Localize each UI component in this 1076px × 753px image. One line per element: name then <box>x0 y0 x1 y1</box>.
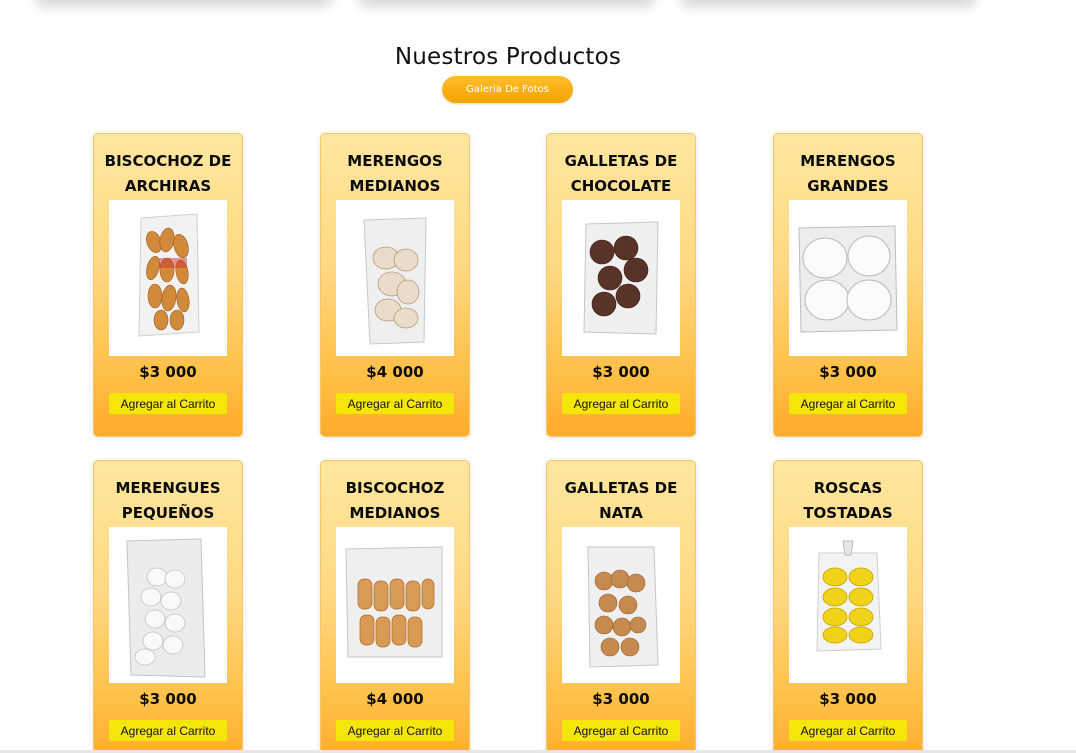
product-name: GALLETAS DE CHOCOLATE <box>564 152 678 195</box>
product-price: $3 000 <box>819 690 877 708</box>
product-card: ROSCAS TOSTADAS $3 000 Agregar al Carrit… <box>773 460 923 753</box>
product-name: BISCOCHOZ MEDIANOS <box>345 479 445 522</box>
product-name: ROSCAS TOSTADAS <box>803 479 893 522</box>
product-image <box>109 527 227 683</box>
product-price: $3 000 <box>819 363 877 381</box>
add-to-cart-button[interactable]: Agregar al Carrito <box>109 393 227 414</box>
product-image <box>562 527 680 683</box>
product-price: $4 000 <box>366 690 424 708</box>
add-to-cart-button[interactable]: Agregar al Carrito <box>562 393 680 414</box>
add-to-cart-button[interactable]: Agregar al Carrito <box>562 720 680 741</box>
product-card: BISCOCHOZ MEDIANOS $4 000 Agregar al Car… <box>320 460 470 753</box>
product-image <box>789 527 907 683</box>
product-price: $3 000 <box>139 690 197 708</box>
product-price: $3 000 <box>592 690 650 708</box>
product-price: $3 000 <box>139 363 197 381</box>
product-price: $3 000 <box>592 363 650 381</box>
product-name: MERENGOS GRANDES <box>800 152 896 195</box>
section-title: Nuestros Productos <box>394 44 622 70</box>
product-card: MERENGUES PEQUEÑOS $3 000 Agregar al Car… <box>93 460 243 753</box>
add-to-cart-button[interactable]: Agregar al Carrito <box>336 720 454 741</box>
add-to-cart-button[interactable]: Agregar al Carrito <box>789 720 907 741</box>
gallery-button[interactable]: Galeria De Fotos <box>442 76 573 103</box>
product-image <box>109 200 227 356</box>
product-price: $4 000 <box>366 363 424 381</box>
product-card: BISCOCHOZ DE ARCHIRAS $3 000 Agregar al … <box>93 133 243 437</box>
product-name: GALLETAS DE NATA <box>564 479 678 522</box>
product-image <box>336 200 454 356</box>
product-card: MERENGOS GRANDES $3 000 Agregar al Carri… <box>773 133 923 437</box>
product-name: BISCOCHOZ DE ARCHIRAS <box>104 152 232 195</box>
add-to-cart-button[interactable]: Agregar al Carrito <box>336 393 454 414</box>
product-card: GALLETAS DE NATA $3 000 Agregar al Carri… <box>546 460 696 753</box>
product-name: MERENGOS MEDIANOS <box>347 152 443 195</box>
product-card: GALLETAS DE CHOCOLATE $3 000 Agregar al … <box>546 133 696 437</box>
product-name: MERENGUES PEQUEÑOS <box>115 479 221 522</box>
product-card: MERENGOS MEDIANOS $4 000 Agregar al Carr… <box>320 133 470 437</box>
product-image <box>562 200 680 356</box>
product-image <box>336 527 454 683</box>
add-to-cart-button[interactable]: Agregar al Carrito <box>109 720 227 741</box>
product-image <box>789 200 907 356</box>
add-to-cart-button[interactable]: Agregar al Carrito <box>789 393 907 414</box>
